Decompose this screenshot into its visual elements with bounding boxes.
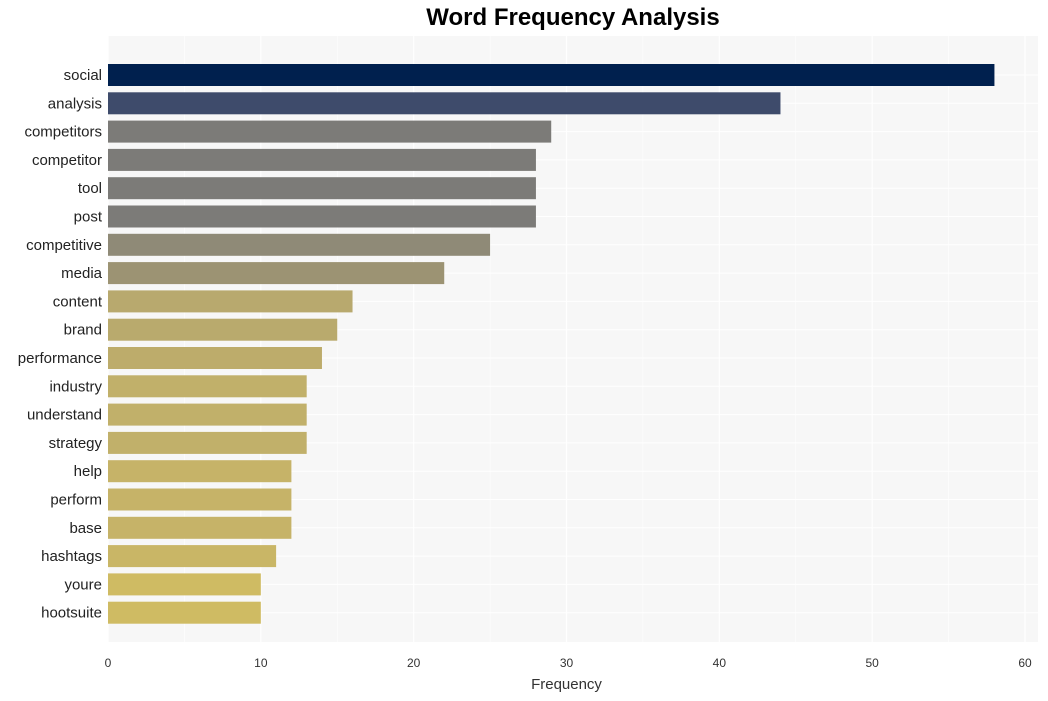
x-tick-label: 30: [560, 656, 574, 670]
category-label-competitors: competitors: [24, 124, 102, 141]
bar-hootsuite: [108, 601, 261, 624]
category-label-media: media: [61, 265, 103, 282]
bar-understand: [108, 403, 307, 426]
category-label-hootsuite: hootsuite: [41, 605, 102, 622]
bar-competitor: [108, 148, 536, 171]
bar-base: [108, 516, 292, 539]
x-tick-label: 20: [407, 656, 421, 670]
bar-tool: [108, 177, 536, 200]
x-tick-label: 60: [1018, 656, 1032, 670]
category-label-youre: youre: [64, 576, 102, 593]
bar-post: [108, 205, 536, 228]
bar-youre: [108, 573, 261, 596]
category-label-performance: performance: [18, 350, 102, 367]
category-label-analysis: analysis: [48, 95, 102, 112]
category-label-social: social: [64, 67, 102, 84]
bar-media: [108, 262, 445, 285]
category-label-help: help: [74, 463, 102, 480]
bar-performance: [108, 347, 322, 369]
category-label-competitor: competitor: [32, 152, 102, 169]
bar-help: [108, 460, 292, 483]
bar-strategy: [108, 431, 307, 454]
category-label-hashtags: hashtags: [41, 548, 102, 565]
bar-competitors: [108, 120, 552, 143]
category-label-brand: brand: [64, 322, 102, 339]
bar-analysis: [108, 92, 781, 115]
category-label-strategy: strategy: [49, 435, 103, 452]
category-label-post: post: [74, 209, 103, 226]
x-tick-label: 10: [254, 656, 268, 670]
category-label-competitive: competitive: [26, 237, 102, 254]
x-tick-label: 40: [713, 656, 727, 670]
x-tick-labels: 0 10 20 30 40 50 60: [105, 656, 1032, 670]
category-labels: social analysis competitors competitor tool p…: [18, 67, 103, 622]
bar-social: [108, 64, 995, 86]
bar-chart: social analysis competitors competitor tool p…: [18, 36, 1038, 693]
bar-content: [108, 290, 353, 313]
bar-hashtags: [108, 545, 277, 568]
x-tick-label: 0: [105, 656, 112, 670]
bar-industry: [108, 375, 307, 398]
bar-brand: [108, 318, 338, 341]
category-label-industry: industry: [49, 378, 102, 395]
bar-competitive: [108, 233, 491, 256]
bar-perform: [108, 488, 292, 511]
category-label-tool: tool: [78, 180, 102, 197]
x-tick-label: 50: [865, 656, 879, 670]
category-label-perform: perform: [50, 492, 102, 509]
category-label-understand: understand: [27, 407, 102, 424]
category-label-base: base: [69, 520, 102, 537]
x-axis-title: Frequency: [531, 676, 602, 693]
category-label-content: content: [53, 293, 103, 310]
